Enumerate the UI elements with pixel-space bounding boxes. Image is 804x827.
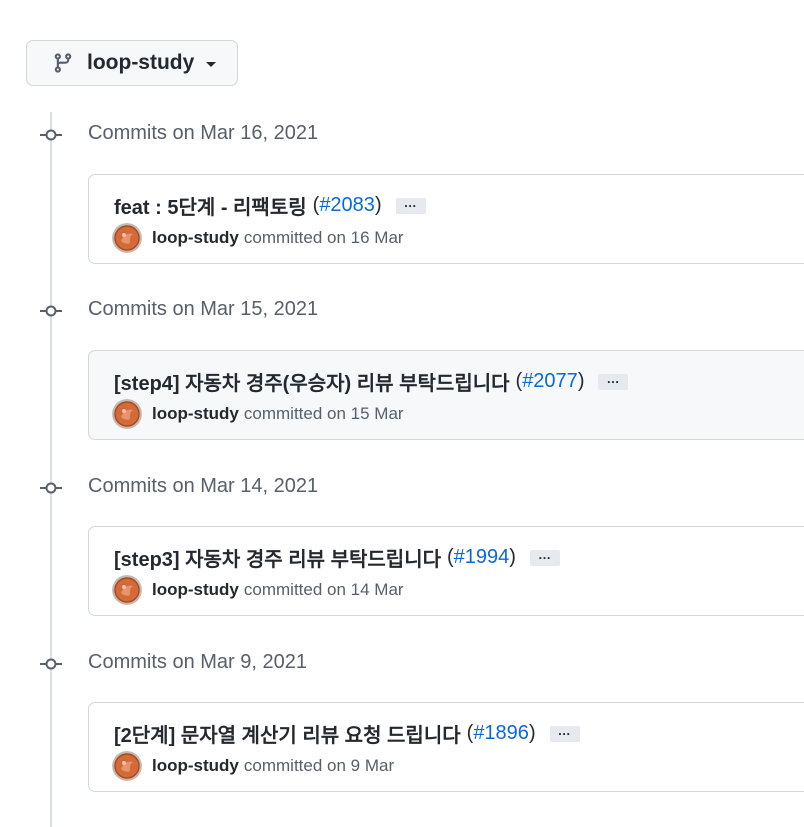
commit-message-link[interactable]: [step4] 자동차 경주(우승자) 리뷰 부탁드립니다 [114,367,510,396]
commit-item: [step4] 자동차 경주(우승자) 리뷰 부탁드립니다 ( #2077 ) … [88,350,804,440]
commit-group-header: Commits on Mar 9, 2021 [0,649,804,679]
pr-open-paren: ( [312,194,320,216]
branch-select-button[interactable]: loop-study [26,40,238,86]
commit-node-icon [40,482,62,494]
commit-title: feat : 5단계 - 리팩토링 ( #2083 ) … [114,191,426,220]
commit-meta: loop-study committed on 15 Mar [112,399,404,429]
expand-message-button[interactable]: … [529,548,560,566]
branch-name: loop-study [87,51,195,74]
commit-node-icon [40,305,62,317]
pr-link[interactable]: #2083 [319,194,375,217]
commit-meta: loop-study committed on 9 Mar [112,751,394,781]
commit-message-link[interactable]: [2단계] 문자열 계산기 리뷰 요청 드립니다 [114,719,461,748]
commit-meta: loop-study committed on 16 Mar [112,223,404,253]
chevron-down-icon [206,62,217,67]
pr-open-paren: ( [466,722,474,744]
pr-open-paren: ( [447,546,454,568]
pr-link[interactable]: #1994 [454,546,510,569]
pr-close-paren: ) [374,194,382,216]
commit-group-date: Commits on Mar 15, 2021 [88,298,319,320]
pr-close-paren: ) [509,546,516,568]
avatar[interactable] [112,575,142,605]
pr-close-paren: ) [577,370,585,392]
commit-author-link[interactable]: loop-study [152,756,239,776]
commit-message-link[interactable]: feat : 5단계 - 리팩토링 [114,191,307,220]
commit-item: [2단계] 문자열 계산기 리뷰 요청 드립니다 ( #1896 ) … loo… [88,702,804,792]
commit-author-link[interactable]: loop-study [152,404,239,424]
commit-date-text: committed on 9 Mar [243,756,395,775]
pr-link[interactable]: #1896 [473,722,529,745]
commit-author-link[interactable]: loop-study [152,580,239,600]
commit-title: [step4] 자동차 경주(우승자) 리뷰 부탁드립니다 ( #2077 ) … [114,367,629,396]
commit-title: [step3] 자동차 경주 리뷰 부탁드립니다 ( #1994 ) … [114,543,560,572]
commit-node-icon [40,658,62,670]
expand-message-button[interactable]: … [598,372,629,390]
pr-link[interactable]: #2077 [522,370,578,393]
commit-title: [2단계] 문자열 계산기 리뷰 요청 드립니다 ( #1896 ) … [114,719,580,748]
commit-item: feat : 5단계 - 리팩토링 ( #2083 ) … loop-study… [88,174,804,264]
commit-group-date: Commits on Mar 16, 2021 [88,122,319,144]
avatar[interactable] [112,751,142,781]
commit-group-header: Commits on Mar 16, 2021 [0,120,804,150]
commit-group-header: Commits on Mar 14, 2021 [0,473,804,503]
commit-message-link[interactable]: [step3] 자동차 경주 리뷰 부탁드립니다 [114,543,441,572]
commit-date-text: committed on 15 Mar [243,404,404,423]
pr-close-paren: ) [528,722,536,744]
pr-open-paren: ( [515,370,523,392]
avatar[interactable] [112,399,142,429]
expand-message-button[interactable]: … [549,724,580,742]
avatar[interactable] [112,223,142,253]
git-branch-icon [52,52,74,74]
commit-date-text: committed on 16 Mar [243,228,404,247]
commit-meta: loop-study committed on 14 Mar [112,575,404,605]
timeline-line [50,112,52,827]
commit-author-link[interactable]: loop-study [152,228,239,248]
commit-group-date: Commits on Mar 9, 2021 [88,651,307,673]
commit-item: [step3] 자동차 경주 리뷰 부탁드립니다 ( #1994 ) … loo… [88,526,804,616]
commit-group-header: Commits on Mar 15, 2021 [0,296,804,326]
commit-group-date: Commits on Mar 14, 2021 [88,475,319,497]
commit-date-text: committed on 14 Mar [243,580,404,599]
expand-message-button[interactable]: … [395,196,426,214]
commit-node-icon [40,129,62,141]
